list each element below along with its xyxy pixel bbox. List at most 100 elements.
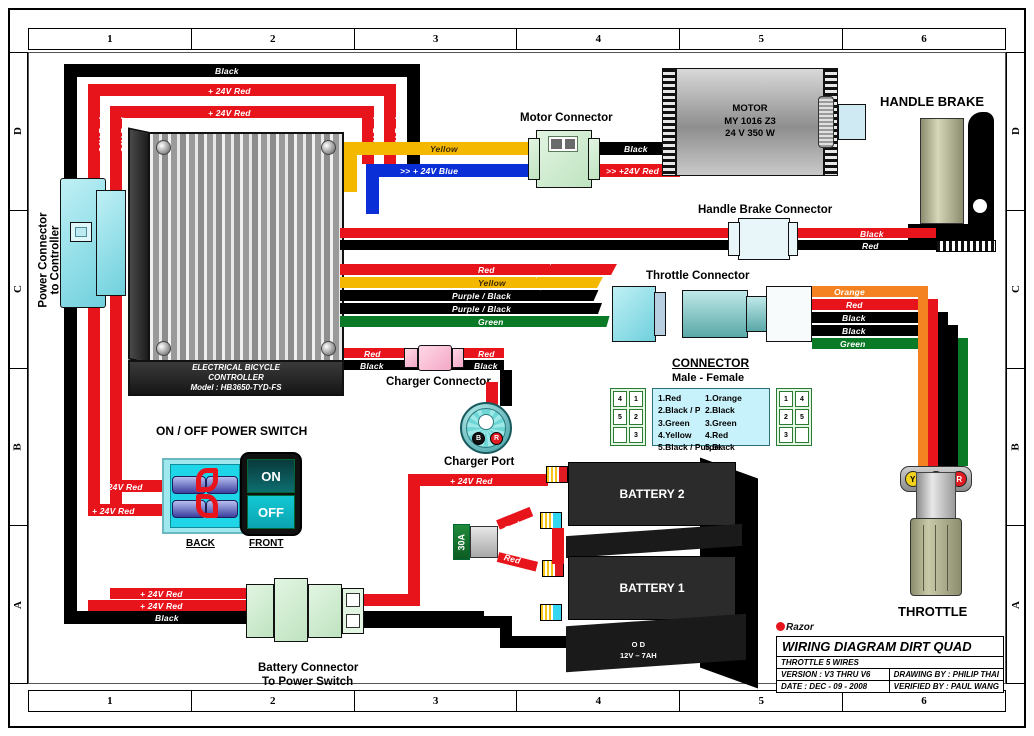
diagram-date: DATE : DEC - 09 - 2008 — [777, 681, 890, 692]
throttle-title: THROTTLE — [898, 604, 968, 619]
row-marker: B — [1007, 369, 1025, 527]
pin-cell: 2 — [779, 409, 793, 425]
controller-screw — [321, 341, 336, 356]
charger-port-pin-b: B — [472, 432, 485, 445]
battery-1: BATTERY 1 — [568, 556, 736, 620]
wire-black-down-1 — [938, 312, 948, 466]
controller-label-plate: ELECTRICAL BICYCLE CONTROLLER Model : HB… — [128, 360, 344, 396]
pin-cell — [795, 427, 809, 443]
title-block-row: THROTTLE 5 WIRES — [777, 657, 1003, 669]
column-ruler-top: 1 2 3 4 5 6 — [28, 28, 1006, 50]
controller-screw — [321, 140, 336, 155]
legend-female-3: 3.Green — [705, 417, 737, 428]
pin-cell: 3 — [629, 427, 643, 443]
legend-female-2: 2.Black — [705, 405, 735, 416]
wire-label-red24-sw1: + 24V Red — [100, 482, 143, 492]
throttle-connector-barrel-end — [746, 296, 768, 332]
wire-label-green-throttle: Green — [478, 317, 504, 327]
wire-label-black-throttle-r1: Black — [842, 313, 866, 323]
motor-connector-pins — [548, 136, 578, 152]
handle-brake-connector-body — [738, 218, 790, 260]
wire-orange-down — [918, 286, 928, 466]
col-marker: 6 — [921, 33, 927, 45]
pin-cell: 1 — [629, 391, 643, 407]
throttle-connector-barrel — [682, 290, 748, 338]
col-marker: 4 — [517, 29, 681, 49]
motor-connector-left-tab — [528, 138, 540, 180]
motor-title: MOTOR — [732, 102, 768, 114]
wire-label-purpleblack-2: Purple / Black — [452, 304, 512, 314]
handle-brake-clamp — [936, 240, 996, 252]
controller-screw — [156, 140, 171, 155]
row-ruler-right: D C B A — [1006, 52, 1026, 684]
row-marker: A — [1009, 600, 1022, 609]
wire-black-down-2 — [948, 325, 958, 466]
pin-cell: 4 — [613, 391, 627, 407]
diagram-title: WIRING DIAGRAM DIRT QUAD — [782, 639, 972, 654]
title-block: WIRING DIAGRAM DIRT QUAD THROTTLE 5 WIRE… — [776, 636, 1004, 693]
wire-label-red-throttle: Red — [478, 265, 495, 275]
wire-red-down — [928, 299, 938, 466]
motor-shaft-housing — [838, 104, 866, 140]
handle-brake-grip — [920, 118, 964, 224]
razor-logo-icon — [776, 622, 785, 631]
wire-label-black-motor: Black — [624, 144, 648, 154]
title-block-row: WIRING DIAGRAM DIRT QUAD — [777, 637, 1003, 657]
wire-red-brake-run — [340, 228, 720, 238]
wire-label-green-throttle-r: Green — [840, 339, 866, 349]
handle-brake-title: HANDLE BRAKE — [880, 94, 984, 109]
wire-red-battery-jumper — [552, 528, 564, 564]
col-marker: 3 — [355, 29, 518, 49]
col-marker: 6 — [921, 695, 927, 707]
charger-connector-right — [452, 348, 464, 368]
wire-yellow-throttle-bend — [531, 277, 603, 288]
row-marker: B — [9, 369, 27, 527]
controller-line3: Model : HB3650-TYD-FS — [190, 383, 282, 392]
wire-label-purpleblack-1: Purple / Black — [452, 291, 512, 301]
throttle-connector-male — [612, 286, 656, 342]
diagram-verified-by: VERIFIED BY : PAUL WANG — [893, 682, 999, 691]
row-ruler-left: D C B A — [8, 52, 28, 684]
wire-label-red24-motor: >> +24V Red — [606, 166, 659, 176]
col-marker: 4 — [517, 691, 681, 711]
power-switch-on[interactable]: ON — [247, 459, 295, 493]
handle-brake-pivot — [972, 198, 988, 214]
row-marker: D — [1007, 53, 1025, 211]
wire-label-yellow-throttle: Yellow — [478, 278, 506, 288]
handle-brake-connector-left-tab — [728, 222, 740, 256]
battery-connector-b — [274, 578, 308, 642]
wire-yellow-bend — [344, 142, 357, 192]
motor-rating: 24 V 350 W — [725, 128, 775, 140]
charger-port-center-pin — [478, 414, 494, 430]
diagram-subtitle: THROTTLE 5 WIRES — [781, 658, 859, 667]
throttle-connector-female — [766, 286, 812, 342]
row-marker: D — [9, 53, 27, 211]
title-block-row: DATE : DEC - 09 - 2008 VERIFIED BY : PAU… — [777, 681, 1003, 692]
charger-connector-left — [404, 348, 418, 368]
battery-connector-c — [308, 584, 342, 638]
pin-cell: 4 — [795, 391, 809, 407]
legend-female-4: 4.Red — [705, 429, 729, 440]
battery-1-terminal-neg — [540, 604, 562, 621]
battery-1-spec: O D 12V – 7AH — [620, 640, 657, 660]
wire-red24-left-2 — [110, 106, 122, 506]
wire-label-red24-v1: + 24V Red — [97, 117, 107, 160]
charger-connector-body — [418, 345, 452, 371]
handle-brake-connector-right-tab — [788, 222, 798, 256]
wire-label-black-charger-r: Black — [474, 361, 498, 371]
power-switch-off[interactable]: OFF — [247, 495, 295, 529]
col-marker: 3 — [355, 691, 518, 711]
controller-line2: CONTROLLER — [208, 373, 264, 382]
wire-label-black-brake-right: Black — [860, 229, 884, 239]
wire-pb2-bend — [541, 303, 603, 314]
motor-connector-caption: Motor Connector — [520, 112, 613, 124]
legend-pinblock-male: 4 1 5 2 3 — [610, 388, 646, 446]
row-marker: C — [9, 211, 27, 369]
legend-table-female: 1.Orange 2.Black 3.Green 4.Red 5.Black — [700, 388, 770, 452]
col-marker: 1 — [29, 691, 192, 711]
wire-label-red24-sw2: + 24V Red — [92, 506, 135, 516]
wire-orange-throttle — [812, 286, 918, 297]
battery-connector-pin-2 — [346, 614, 360, 628]
charger-port-pin-r: R — [490, 432, 503, 445]
pin-cell: 3 — [779, 427, 793, 443]
